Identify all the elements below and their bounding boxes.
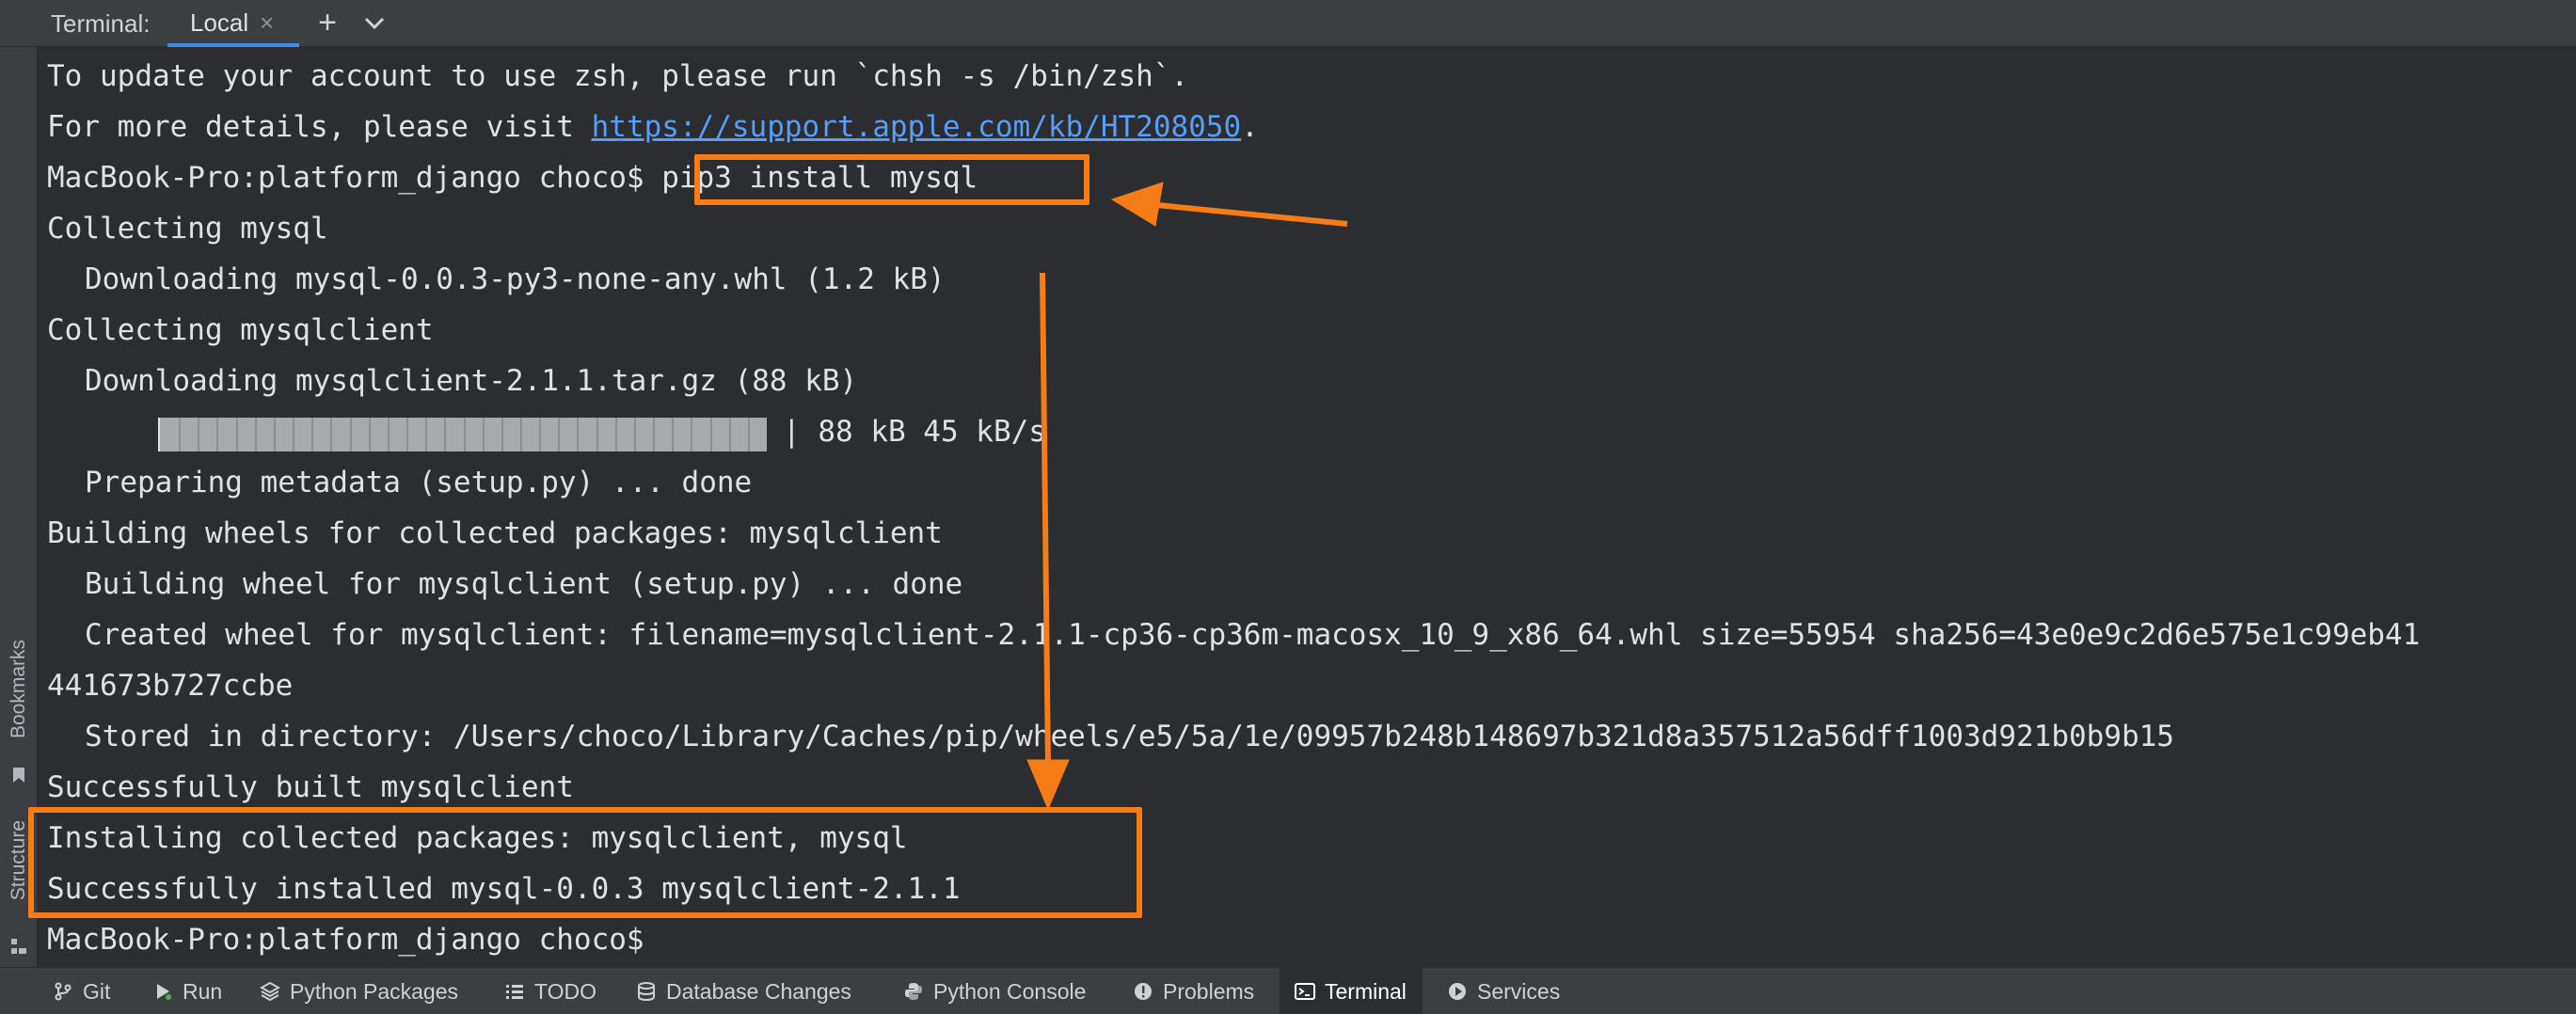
terminal-line: Successfully built mysqlclient (47, 770, 574, 804)
bookmark-icon (13, 768, 24, 783)
progress-segment-divider (330, 418, 332, 452)
progress-segment-divider (444, 418, 446, 452)
tab-local[interactable]: Local × (167, 0, 299, 47)
tool-label: Problems (1163, 978, 1255, 1004)
tool-label: Services (1477, 978, 1561, 1004)
tool-label: TODO (534, 978, 597, 1004)
terminal-text: For more details, please visit (47, 110, 592, 144)
progress-segment-divider (255, 418, 257, 452)
terminal-line: Stored in directory: /Users/choco/Librar… (85, 720, 2174, 753)
tab-local-label: Local (190, 8, 249, 37)
result-highlight-box (28, 807, 1142, 918)
terminal-line: Preparing metadata (setup.py) ... done (85, 466, 753, 499)
progress-segment-divider (501, 418, 503, 452)
progress-segment-divider (464, 418, 466, 452)
tool-problems[interactable]: Problems (1133, 968, 1254, 1014)
tool-todo[interactable]: TODO (504, 968, 596, 1014)
tool-python-console[interactable]: Python Console (903, 968, 1086, 1014)
chevron-down-icon[interactable] (361, 13, 388, 34)
terminal-line: Created wheel for mysqlclient: filename=… (85, 618, 2421, 652)
progress-segment-divider (596, 418, 598, 452)
tool-python-packages[interactable]: Python Packages (260, 968, 458, 1014)
progress-segment-divider (634, 418, 636, 452)
structure-icon (11, 939, 26, 954)
tool-database-changes[interactable]: Database Changes (636, 968, 851, 1014)
terminal-tab-bar: Terminal: Local × + (0, 0, 2576, 47)
progress-segment-divider (691, 418, 692, 452)
tool-label: Git (83, 978, 111, 1004)
tool-label: Terminal (1325, 978, 1407, 1004)
terminal-line: Downloading mysqlclient-2.1.1.tar.gz (88… (85, 364, 858, 398)
bookmarks-label: Bookmarks (8, 640, 29, 739)
progress-segment-divider (425, 418, 427, 452)
progress-segment-divider (539, 418, 541, 452)
progress-segment-divider (216, 418, 218, 452)
tool-git[interactable]: Git (53, 968, 110, 1014)
python-icon (905, 983, 922, 1000)
progress-segment-divider (198, 418, 199, 452)
terminal-text: . (1241, 110, 1259, 144)
tool-run[interactable]: Run (152, 968, 222, 1014)
packages-icon (260, 981, 280, 1002)
progress-segment-divider (274, 418, 276, 452)
problems-icon (1135, 983, 1152, 1000)
progress-segment-divider (483, 418, 485, 452)
progress-segment-divider (729, 418, 731, 452)
progress-segment-divider (388, 418, 390, 452)
progress-segment-divider (179, 418, 181, 452)
bookmarks-tab[interactable]: Bookmarks (6, 640, 32, 800)
terminal-line: Building wheels for collected packages: … (47, 516, 943, 550)
download-progress: | 88 kB 45 kB/s (143, 406, 1046, 457)
progress-segment-divider (406, 418, 408, 452)
command-highlight-box (694, 154, 1089, 205)
terminal-line: To update your account to use zsh, pleas… (47, 59, 1189, 93)
tool-label: Database Changes (666, 978, 851, 1004)
progress-segment-divider (615, 418, 617, 452)
tool-terminal[interactable]: Terminal (1280, 968, 1423, 1014)
run-icon (157, 984, 171, 1000)
progress-segment-divider (293, 418, 294, 452)
tab-close-icon[interactable]: × (260, 0, 274, 43)
progress-segment-divider (350, 418, 352, 452)
terminal-line: Downloading mysql-0.0.3-py3-none-any.whl… (85, 262, 946, 296)
progress-segment-divider (653, 418, 655, 452)
support-link[interactable]: https://support.apple.com/kb/HT208050 (592, 110, 1242, 144)
git-branch-icon (55, 982, 72, 1001)
progress-text: | 88 kB 45 kB/s (783, 415, 1046, 449)
terminal-line: Collecting mysql (47, 212, 328, 246)
tool-label: Python Console (933, 978, 1087, 1004)
terminal-line: 441673b727ccbe (47, 669, 294, 703)
progress-segment-divider (236, 418, 238, 452)
progress-segment-divider (710, 418, 712, 452)
progress-segment-divider (311, 418, 313, 452)
tool-label: Python Packages (290, 978, 459, 1004)
progress-segment-divider (577, 418, 579, 452)
new-tab-plus-icon[interactable]: + (314, 0, 341, 47)
terminal-title: Terminal: (51, 9, 151, 38)
tool-window-bar: Git Run Python Packages TODO Database Ch… (0, 967, 2576, 1014)
progress-segment-divider (558, 418, 560, 452)
terminal-line: Building wheel for mysqlclient (setup.py… (85, 567, 963, 601)
progress-segment-divider (748, 418, 750, 452)
todo-list-icon (506, 985, 523, 999)
tool-label: Run (183, 978, 223, 1004)
prompt: MacBook-Pro:platform_django choco$ (47, 161, 662, 195)
services-icon (1449, 983, 1466, 1000)
terminal-line: For more details, please visit https://s… (47, 102, 1259, 152)
database-icon (638, 982, 655, 1001)
progress-segment-divider (369, 418, 371, 452)
terminal-line: Collecting mysqlclient (47, 313, 434, 347)
progress-segment-divider (520, 418, 522, 452)
terminal-icon (1295, 983, 1315, 1000)
progress-bar (158, 418, 767, 452)
progress-segment-divider (672, 418, 674, 452)
terminal-prompt-line: MacBook-Pro:platform_django choco$ (47, 923, 644, 957)
tool-services[interactable]: Services (1447, 968, 1560, 1014)
